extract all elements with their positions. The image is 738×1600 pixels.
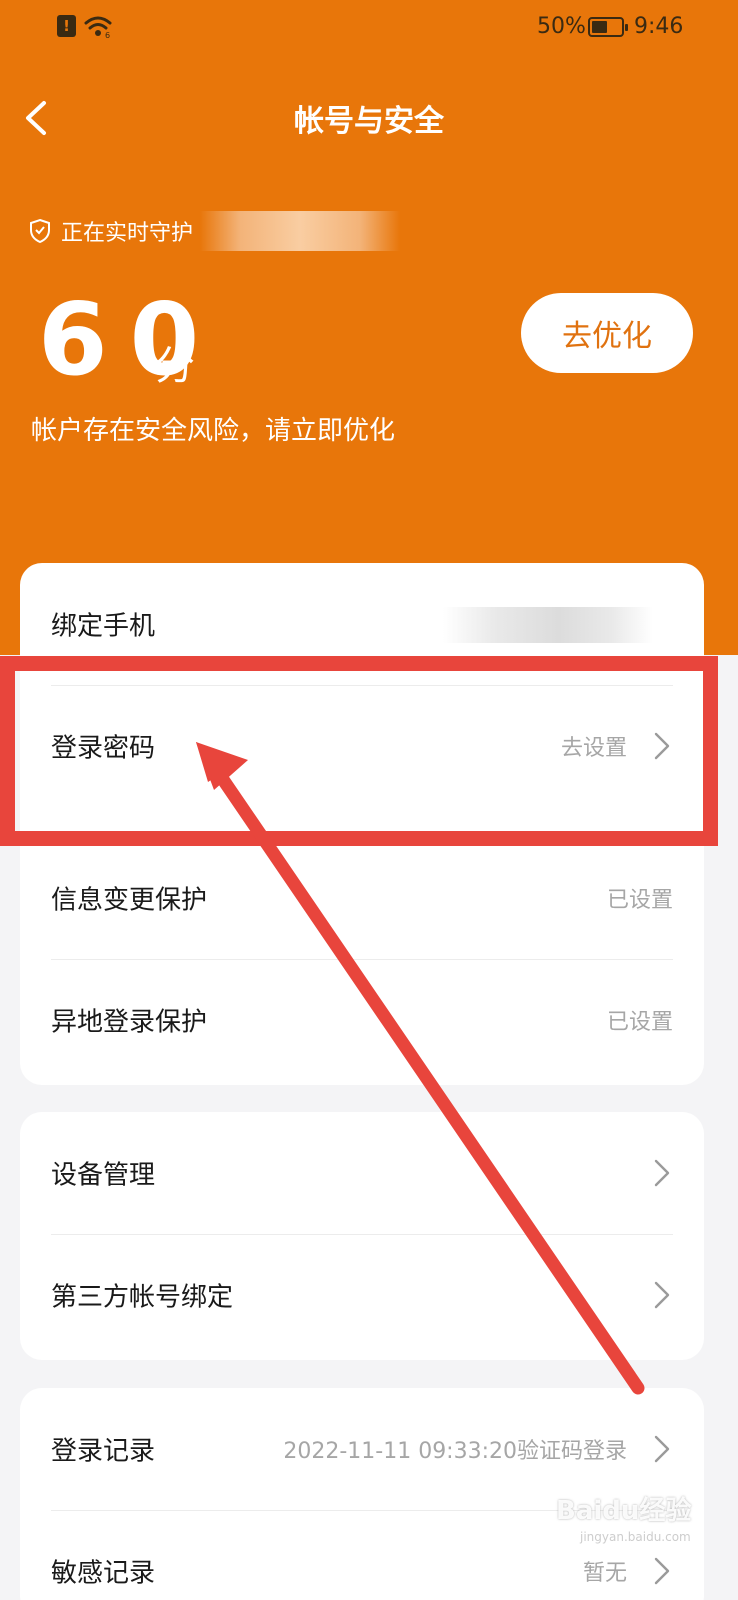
list-item-remote-login-protection[interactable]: 异地登录保护 已设置 (51, 959, 673, 1081)
notice-icon: ! (57, 15, 76, 37)
chevron-right-icon (654, 1159, 670, 1187)
privacy-blur (200, 211, 400, 251)
watermark-url: jingyan.baidu.com (580, 1530, 691, 1544)
row-label: 信息变更保护 (51, 885, 208, 916)
score-unit: 分 (155, 343, 195, 389)
chevron-right-icon (654, 1435, 670, 1463)
battery-icon (588, 17, 628, 37)
clock: 9:46 (634, 14, 684, 39)
row-label: 设备管理 (51, 1160, 156, 1191)
chevron-right-icon (654, 1557, 670, 1585)
list-item-device-management[interactable]: 设备管理 (51, 1112, 673, 1234)
highlight-box (0, 656, 718, 846)
list-item-third-party-binding[interactable]: 第三方帐号绑定 (51, 1234, 673, 1356)
watermark: Baidu经验 (556, 1496, 692, 1526)
page-title: 帐号与安全 (294, 104, 444, 139)
optimize-button[interactable]: 去优化 (521, 293, 693, 373)
row-label: 登录记录 (51, 1436, 156, 1467)
row-value: 已设置 (606, 888, 673, 913)
svg-text:6: 6 (105, 31, 110, 39)
chevron-right-icon (654, 1281, 670, 1309)
shield-icon (30, 218, 50, 244)
row-value: 2022-11-11 09:33:20验证码登录 (283, 1439, 627, 1464)
row-value: 暂无 (582, 1561, 627, 1586)
row-label: 敏感记录 (51, 1558, 156, 1589)
wifi-icon: 6 (84, 16, 112, 39)
row-label: 第三方帐号绑定 (51, 1282, 234, 1313)
row-label: 异地登录保护 (51, 1007, 208, 1038)
battery-percent: 50% (537, 14, 586, 39)
guard-text: 正在实时守护 (61, 221, 194, 246)
row-label: 绑定手机 (51, 611, 156, 642)
status-bar: ! 6 50% 9:46 (0, 0, 738, 56)
privacy-blur (443, 607, 653, 643)
list-item-info-change-protection[interactable]: 信息变更保护 已设置 (51, 837, 673, 959)
row-value: 已设置 (606, 1010, 673, 1035)
device-card: 设备管理 第三方帐号绑定 (20, 1112, 704, 1360)
guard-status: 正在实时守护 (28, 214, 193, 248)
risk-message: 帐户存在安全风险，请立即优化 (31, 416, 396, 446)
